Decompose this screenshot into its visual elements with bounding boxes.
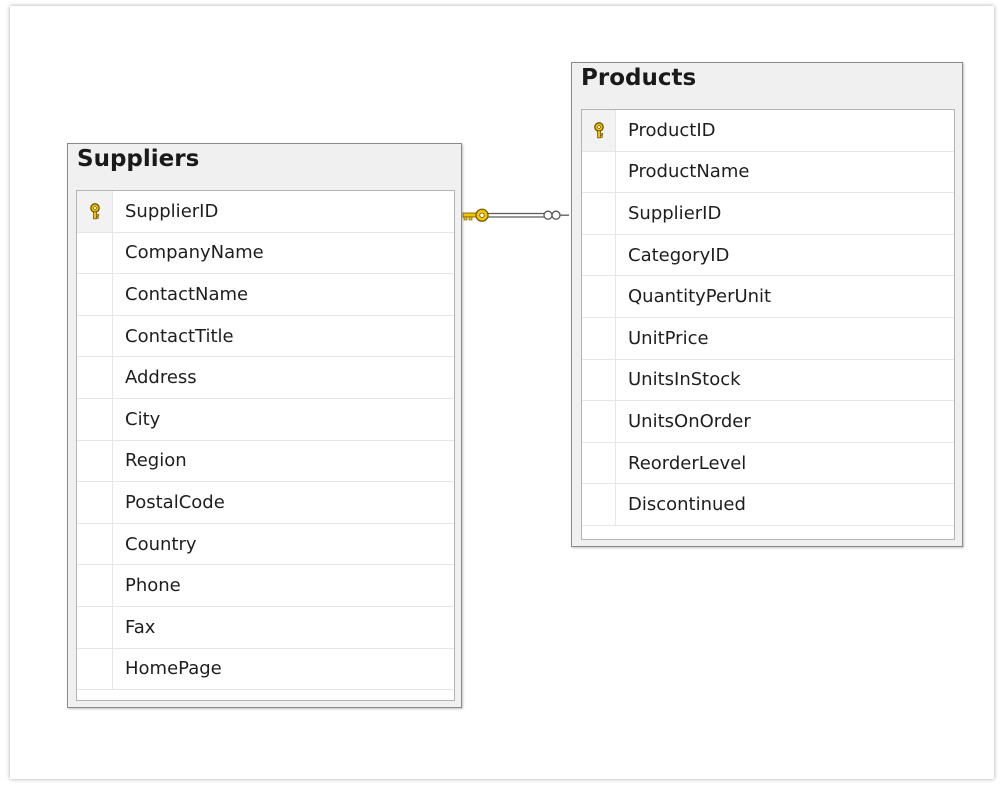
column-grid: ProductID ProductName SupplierID CategoryID…	[581, 109, 955, 540]
column-row[interactable]: City	[77, 398, 454, 441]
column-name: PostalCode	[125, 491, 225, 513]
relationship-connector[interactable]	[458, 200, 576, 232]
column-name: Region	[125, 450, 187, 472]
table-title: Products	[581, 65, 697, 91]
column-name: HomePage	[125, 658, 222, 680]
row-selector[interactable]	[77, 648, 113, 690]
column-row[interactable]: Region	[77, 440, 454, 483]
row-selector[interactable]	[582, 110, 616, 151]
row-selector[interactable]	[77, 191, 113, 232]
primary-key-icon	[592, 121, 606, 139]
column-name: UnitPrice	[628, 327, 709, 349]
column-row[interactable]: CompanyName	[77, 232, 454, 275]
row-selector[interactable]	[582, 484, 616, 525]
column-name: ContactTitle	[125, 325, 234, 347]
column-row[interactable]: SupplierID	[582, 193, 954, 235]
column-name: SupplierID	[125, 200, 219, 222]
column-name: Country	[125, 533, 197, 555]
column-name: SupplierID	[628, 202, 722, 224]
column-name: Address	[125, 367, 197, 389]
row-selector[interactable]	[582, 359, 616, 401]
row-selector[interactable]	[77, 523, 113, 565]
column-name: CategoryID	[628, 244, 730, 266]
row-selector[interactable]	[582, 234, 616, 276]
table-products[interactable]: Products ProductID ProductName SupplierID C…	[571, 62, 963, 547]
column-row[interactable]: PostalCode	[77, 482, 454, 524]
column-name: Phone	[125, 575, 181, 597]
row-selector[interactable]	[582, 151, 616, 193]
column-row[interactable]: Address	[77, 357, 454, 399]
row-selector[interactable]	[77, 232, 113, 274]
column-name: UnitsInStock	[628, 369, 741, 391]
table-suppliers[interactable]: Suppliers SupplierID CompanyName ContactNa…	[67, 143, 462, 708]
column-row[interactable]: Discontinued	[582, 484, 954, 526]
column-row[interactable]: QuantityPerUnit	[582, 276, 954, 318]
row-selector[interactable]	[77, 565, 113, 606]
column-name: ReorderLevel	[628, 452, 747, 474]
row-selector[interactable]	[77, 315, 113, 357]
key-icon	[462, 208, 489, 222]
column-name: CompanyName	[125, 242, 264, 264]
column-row[interactable]: ContactTitle	[77, 315, 454, 358]
infinity-icon	[543, 210, 569, 220]
column-name: ProductName	[628, 161, 750, 183]
primary-key-icon	[88, 202, 102, 220]
column-row[interactable]: HomePage	[77, 648, 454, 691]
column-row[interactable]: SupplierID	[77, 191, 454, 233]
column-name: ProductID	[628, 119, 716, 141]
column-row[interactable]: UnitsInStock	[582, 359, 954, 402]
column-name: ContactName	[125, 283, 249, 305]
table-title: Suppliers	[77, 146, 200, 172]
column-row[interactable]: UnitPrice	[582, 317, 954, 360]
column-row[interactable]: Fax	[77, 606, 454, 649]
column-row[interactable]: UnitsOnOrder	[582, 401, 954, 443]
row-selector[interactable]	[77, 274, 113, 315]
column-row[interactable]: CategoryID	[582, 234, 954, 277]
column-row[interactable]: ProductID	[582, 110, 954, 152]
column-name: UnitsOnOrder	[628, 410, 751, 432]
column-name: Discontinued	[628, 494, 746, 516]
column-grid: SupplierID CompanyName ContactName ContactT…	[76, 190, 455, 701]
row-selector[interactable]	[582, 193, 616, 234]
column-name: City	[125, 408, 161, 430]
column-row[interactable]: ContactName	[77, 274, 454, 316]
row-selector[interactable]	[77, 357, 113, 398]
column-name: Fax	[125, 616, 156, 638]
row-selector[interactable]	[582, 442, 616, 484]
column-row[interactable]: Phone	[77, 565, 454, 607]
column-row[interactable]: Country	[77, 523, 454, 566]
row-selector[interactable]	[582, 276, 616, 317]
row-selector[interactable]	[77, 606, 113, 648]
column-row[interactable]: ReorderLevel	[582, 442, 954, 485]
row-selector[interactable]	[582, 317, 616, 359]
column-name: QuantityPerUnit	[628, 286, 772, 308]
row-selector[interactable]	[582, 401, 616, 442]
row-selector[interactable]	[77, 440, 113, 482]
row-selector[interactable]	[77, 398, 113, 440]
row-selector[interactable]	[77, 482, 113, 523]
column-row[interactable]: ProductName	[582, 151, 954, 194]
